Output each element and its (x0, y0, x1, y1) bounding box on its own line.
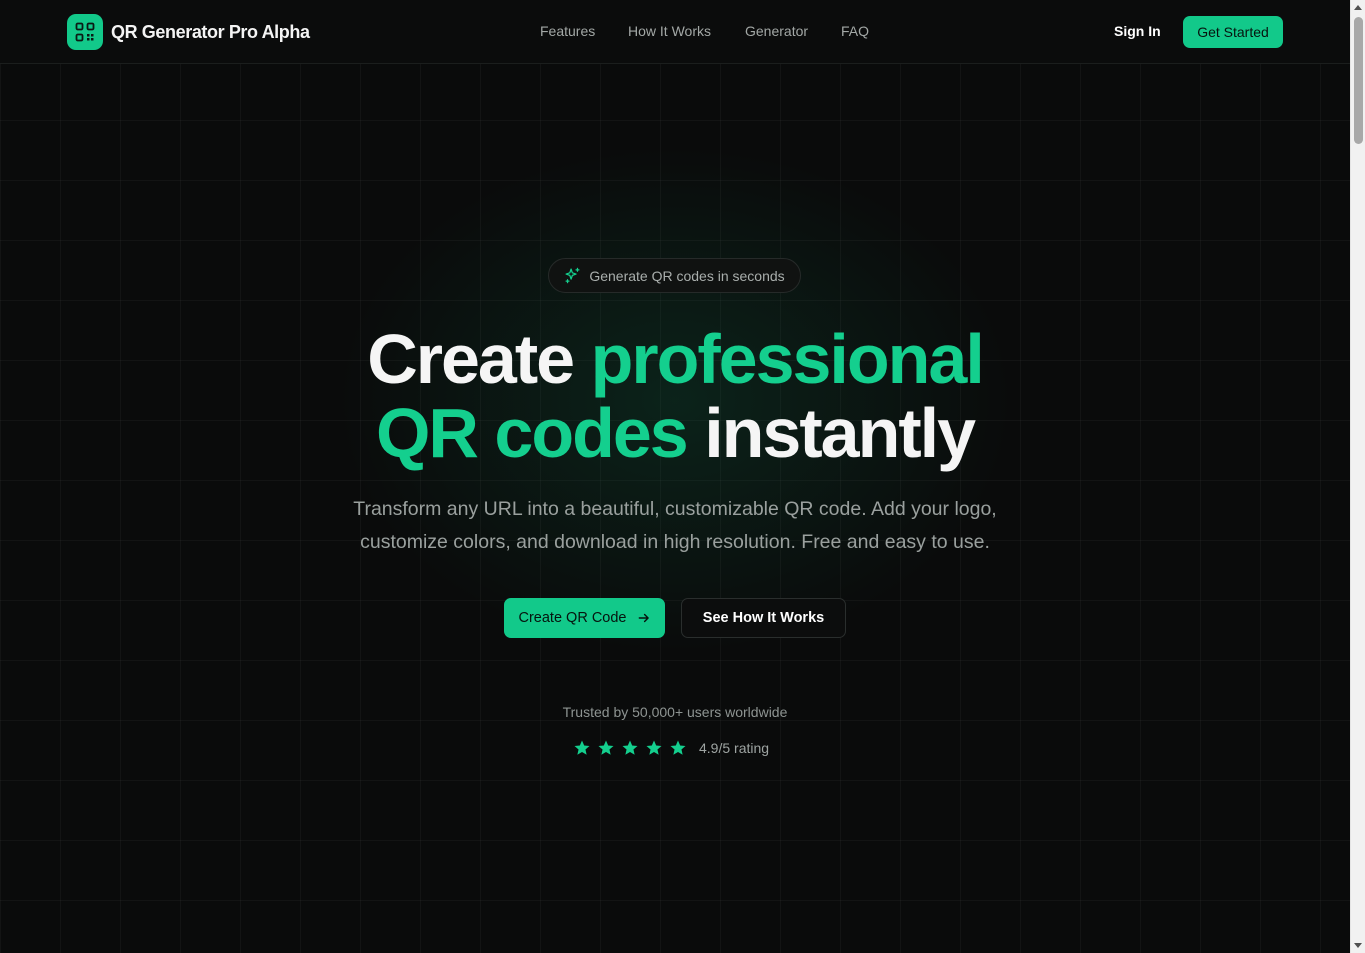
star-icon (574, 740, 590, 755)
nav-item-features[interactable]: Features (540, 23, 595, 39)
get-started-button[interactable]: Get Started (1183, 16, 1283, 48)
nav-item-how-it-works[interactable]: How It Works (628, 23, 711, 39)
sign-in-link[interactable]: Sign In (1114, 23, 1161, 39)
hero-badge: Generate QR codes in seconds (548, 258, 801, 293)
create-qr-code-label: Create QR Code (518, 610, 627, 626)
sparkles-icon (565, 267, 580, 284)
scroll-up-arrow-icon[interactable] (1354, 5, 1362, 10)
hero-subtitle-line-2: customize colors, and download in high r… (360, 531, 990, 553)
star-icon (622, 740, 638, 755)
hero-subtitle-line-1: Transform any URL into a beautiful, cust… (353, 498, 997, 520)
landing-page: QR Generator Pro Alpha Features How It W… (0, 0, 1350, 953)
headline-word-create: Create (367, 320, 575, 398)
scroll-down-arrow-icon[interactable] (1354, 943, 1362, 948)
arrow-right-icon (638, 613, 649, 623)
see-how-it-works-button[interactable]: See How It Works (681, 598, 846, 638)
rating: 4.9/5 rating (573, 737, 769, 759)
headline-word-professional: professional (590, 320, 985, 398)
create-qr-code-button[interactable]: Create QR Code (504, 598, 665, 638)
rating-text: 4.9/5 rating (699, 740, 770, 756)
scroll-thumb[interactable] (1354, 17, 1363, 144)
headline-phrase-qr-codes: QR codes (375, 394, 689, 472)
star-icon (598, 740, 614, 755)
nav-item-generator[interactable]: Generator (745, 23, 808, 39)
hero-badge-text: Generate QR codes in seconds (589, 267, 785, 284)
hero-subtitle: Transform any URL into a beautiful, cust… (320, 493, 1030, 559)
trusted-by-text: Trusted by 50,000+ users worldwide (562, 704, 788, 720)
page-scrollbar[interactable] (1350, 0, 1365, 953)
top-navbar: QR Generator Pro Alpha Features How It W… (0, 0, 1350, 64)
star-icon (670, 740, 686, 755)
nav-item-faq[interactable]: FAQ (841, 23, 869, 39)
hero-headline: Create professional QR codes instantly (0, 322, 1350, 470)
headline-word-instantly: instantly (704, 394, 976, 472)
star-icon (646, 740, 662, 755)
